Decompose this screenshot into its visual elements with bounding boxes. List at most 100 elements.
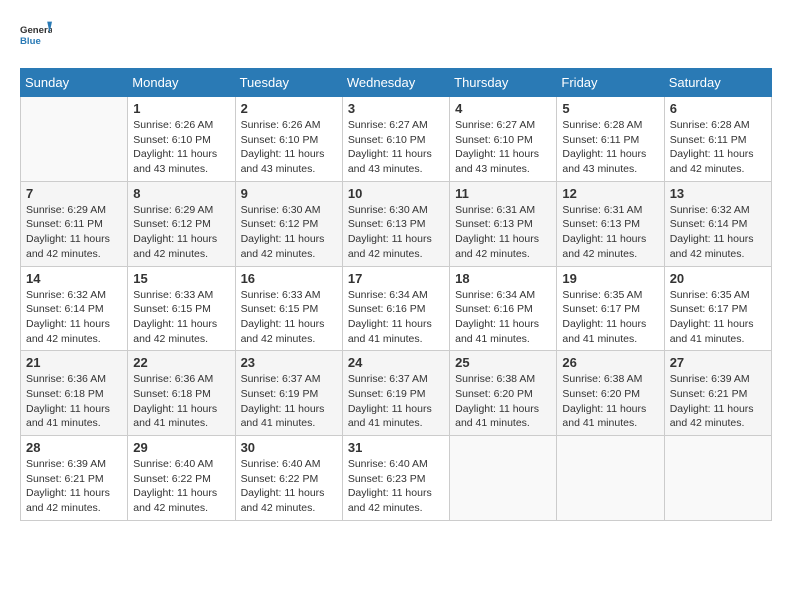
calendar-cell: 11Sunrise: 6:31 AM Sunset: 6:13 PM Dayli… [450,181,557,266]
calendar-cell: 29 Sunrise: 6:40 AM Sunset: 6:22 PM Dayli… [128,436,235,521]
day-detail: Sunrise: 6:38 AM Sunset: 6:20 PM Dayligh… [455,372,551,431]
day-detail: Sunrise: 6:40 AM Sunset: 6:23 PM Dayligh… [348,457,444,516]
day-detail: Sunrise: 6:28 AM Sunset: 6:11 PM Dayligh… [562,118,658,177]
day-number: 27 [670,355,766,370]
day-number: 31 [348,440,444,455]
day-detail: Sunrise: 6:36 AM Sunset: 6:18 PM Dayligh… [26,372,122,431]
calendar-week-row: 1 Sunrise: 6:26 AM Sunset: 6:10 PM Daylig… [21,97,772,182]
day-detail: Sunrise: 6:37 AM Sunset: 6:19 PM Dayligh… [348,372,444,431]
calendar-cell: 8 Sunrise: 6:29 AM Sunset: 6:12 PM Daylig… [128,181,235,266]
calendar-week-row: 21 Sunrise: 6:36 AM Sunset: 6:18 PM Dayli… [21,351,772,436]
weekday-header: Thursday [450,69,557,97]
day-detail: Sunrise: 6:33 AM Sunset: 6:15 PM Dayligh… [241,288,337,347]
day-detail: Sunrise: 6:35 AM Sunset: 6:17 PM Dayligh… [562,288,658,347]
calendar-cell [664,436,771,521]
day-number: 12 [562,186,658,201]
day-detail: Sunrise: 6:32 AM Sunset: 6:14 PM Dayligh… [26,288,122,347]
calendar-cell: 1Sunrise: 6:26 AM Sunset: 6:10 PM Daylig… [128,97,235,182]
calendar-cell: 2 Sunrise: 6:26 AM Sunset: 6:10 PM Daylig… [235,97,342,182]
calendar-cell: 17Sunrise: 6:34 AM Sunset: 6:16 PM Dayli… [342,266,449,351]
day-number: 1 [133,101,229,116]
day-number: 29 [133,440,229,455]
calendar-cell: 20Sunrise: 6:35 AM Sunset: 6:17 PM Dayli… [664,266,771,351]
logo: GeneralBlue [20,20,52,52]
calendar-cell: 10Sunrise: 6:30 AM Sunset: 6:13 PM Dayli… [342,181,449,266]
svg-text:General: General [20,25,52,36]
calendar-week-row: 7 Sunrise: 6:29 AM Sunset: 6:11 PM Daylig… [21,181,772,266]
day-detail: Sunrise: 6:34 AM Sunset: 6:16 PM Dayligh… [455,288,551,347]
calendar-cell: 19 Sunrise: 6:35 AM Sunset: 6:17 PM Dayli… [557,266,664,351]
day-detail: Sunrise: 6:40 AM Sunset: 6:22 PM Dayligh… [133,457,229,516]
calendar-cell: 27 Sunrise: 6:39 AM Sunset: 6:21 PM Dayli… [664,351,771,436]
weekday-header: Saturday [664,69,771,97]
day-detail: Sunrise: 6:39 AM Sunset: 6:21 PM Dayligh… [26,457,122,516]
calendar-cell: 22 Sunrise: 6:36 AM Sunset: 6:18 PM Dayli… [128,351,235,436]
day-detail: Sunrise: 6:26 AM Sunset: 6:10 PM Dayligh… [241,118,337,177]
day-detail: Sunrise: 6:29 AM Sunset: 6:12 PM Dayligh… [133,203,229,262]
svg-text:Blue: Blue [20,36,41,47]
calendar-cell: 14 Sunrise: 6:32 AM Sunset: 6:14 PM Dayli… [21,266,128,351]
day-number: 24 [348,355,444,370]
day-detail: Sunrise: 6:30 AM Sunset: 6:12 PM Dayligh… [241,203,337,262]
day-number: 14 [26,271,122,286]
day-number: 6 [670,101,766,116]
day-detail: Sunrise: 6:40 AM Sunset: 6:22 PM Dayligh… [241,457,337,516]
day-number: 11 [455,186,551,201]
calendar-cell: 16 Sunrise: 6:33 AM Sunset: 6:15 PM Dayli… [235,266,342,351]
calendar-cell [450,436,557,521]
calendar-cell: 25 Sunrise: 6:38 AM Sunset: 6:20 PM Dayli… [450,351,557,436]
logo-icon: GeneralBlue [20,20,52,52]
day-number: 9 [241,186,337,201]
day-number: 25 [455,355,551,370]
day-number: 2 [241,101,337,116]
calendar-cell: 15 Sunrise: 6:33 AM Sunset: 6:15 PM Dayli… [128,266,235,351]
day-detail: Sunrise: 6:31 AM Sunset: 6:13 PM Dayligh… [562,203,658,262]
day-detail: Sunrise: 6:37 AM Sunset: 6:19 PM Dayligh… [241,372,337,431]
weekday-header: Friday [557,69,664,97]
day-number: 21 [26,355,122,370]
day-detail: Sunrise: 6:33 AM Sunset: 6:15 PM Dayligh… [133,288,229,347]
day-number: 23 [241,355,337,370]
weekday-header: Monday [128,69,235,97]
day-detail: Sunrise: 6:36 AM Sunset: 6:18 PM Dayligh… [133,372,229,431]
weekday-header: Tuesday [235,69,342,97]
day-number: 30 [241,440,337,455]
day-detail: Sunrise: 6:27 AM Sunset: 6:10 PM Dayligh… [455,118,551,177]
calendar-cell: 21 Sunrise: 6:36 AM Sunset: 6:18 PM Dayli… [21,351,128,436]
calendar-cell [21,97,128,182]
calendar-cell: 7 Sunrise: 6:29 AM Sunset: 6:11 PM Daylig… [21,181,128,266]
calendar-cell: 5 Sunrise: 6:28 AM Sunset: 6:11 PM Daylig… [557,97,664,182]
day-number: 17 [348,271,444,286]
day-number: 28 [26,440,122,455]
day-number: 20 [670,271,766,286]
day-detail: Sunrise: 6:28 AM Sunset: 6:11 PM Dayligh… [670,118,766,177]
calendar-cell: 31 Sunrise: 6:40 AM Sunset: 6:23 PM Dayli… [342,436,449,521]
day-number: 10 [348,186,444,201]
day-number: 5 [562,101,658,116]
calendar-week-row: 14 Sunrise: 6:32 AM Sunset: 6:14 PM Dayli… [21,266,772,351]
day-detail: Sunrise: 6:29 AM Sunset: 6:11 PM Dayligh… [26,203,122,262]
day-number: 16 [241,271,337,286]
day-number: 18 [455,271,551,286]
calendar-cell: 23 Sunrise: 6:37 AM Sunset: 6:19 PM Dayli… [235,351,342,436]
day-detail: Sunrise: 6:32 AM Sunset: 6:14 PM Dayligh… [670,203,766,262]
day-number: 19 [562,271,658,286]
calendar-cell: 26Sunrise: 6:38 AM Sunset: 6:20 PM Dayli… [557,351,664,436]
calendar-cell: 28 Sunrise: 6:39 AM Sunset: 6:21 PM Dayli… [21,436,128,521]
day-detail: Sunrise: 6:39 AM Sunset: 6:21 PM Dayligh… [670,372,766,431]
weekday-header: Sunday [21,69,128,97]
calendar-cell: 4 Sunrise: 6:27 AM Sunset: 6:10 PM Daylig… [450,97,557,182]
calendar-cell: 24 Sunrise: 6:37 AM Sunset: 6:19 PM Dayli… [342,351,449,436]
calendar-cell: 9 Sunrise: 6:30 AM Sunset: 6:12 PM Daylig… [235,181,342,266]
day-number: 13 [670,186,766,201]
day-detail: Sunrise: 6:27 AM Sunset: 6:10 PM Dayligh… [348,118,444,177]
day-number: 4 [455,101,551,116]
weekday-header: Wednesday [342,69,449,97]
calendar-table: SundayMondayTuesdayWednesdayThursdayFrid… [20,68,772,521]
page-header: GeneralBlue [20,20,772,52]
day-number: 8 [133,186,229,201]
day-number: 7 [26,186,122,201]
day-number: 15 [133,271,229,286]
calendar-cell: 13 Sunrise: 6:32 AM Sunset: 6:14 PM Dayli… [664,181,771,266]
day-number: 22 [133,355,229,370]
